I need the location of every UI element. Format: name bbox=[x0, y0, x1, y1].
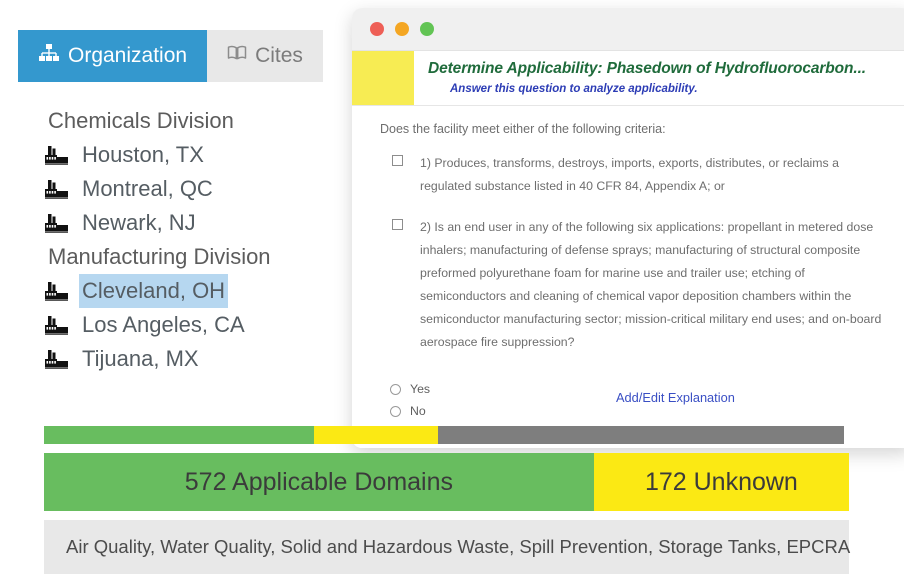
criteria-row[interactable]: 2) Is an end user in any of the followin… bbox=[380, 216, 888, 354]
domains-list-footer: Air Quality, Water Quality, Solid and Ha… bbox=[44, 520, 850, 574]
tab-cites[interactable]: Cites bbox=[207, 30, 323, 82]
tree-group-chemicals-division: Chemicals Division bbox=[48, 108, 234, 133]
status-segment-unknown bbox=[313, 426, 438, 444]
factory-icon bbox=[44, 348, 70, 370]
tree-item-label: Cleveland, OH bbox=[79, 274, 229, 308]
applicability-dialog: Determine Applicability: Phasedown of Hy… bbox=[352, 8, 904, 448]
left-panel: Organization Cites Chemicals Division Ho… bbox=[0, 0, 340, 420]
status-segment-not-applicable bbox=[437, 426, 844, 444]
factory-icon bbox=[44, 280, 70, 302]
unknown-domains-count: 172 Unknown bbox=[593, 453, 849, 511]
answer-radio-group: Yes No bbox=[390, 378, 590, 422]
summary-bar: 572 Applicable Domains 172 Unknown bbox=[44, 453, 849, 511]
dialog-header: Determine Applicability: Phasedown of Hy… bbox=[352, 51, 904, 106]
criteria-2-text: 2) Is an end user in any of the followin… bbox=[420, 220, 882, 349]
maximize-dot-icon[interactable] bbox=[420, 22, 434, 36]
tab-organization[interactable]: Organization bbox=[18, 30, 208, 82]
book-icon bbox=[227, 44, 247, 68]
tree-item-houston-tx[interactable]: Houston, TX bbox=[44, 138, 344, 172]
add-edit-explanation-link[interactable]: Add/Edit Explanation bbox=[616, 390, 735, 405]
tree-item-label: Houston, TX bbox=[82, 142, 204, 167]
organization-tree: Chemicals Division Houston, TX Montreal,… bbox=[44, 104, 344, 376]
applicable-domains-count: 572 Applicable Domains bbox=[44, 453, 594, 511]
minimize-dot-icon[interactable] bbox=[395, 22, 409, 36]
tab-cites-label: Cites bbox=[255, 44, 303, 67]
factory-icon bbox=[44, 314, 70, 336]
tree-item-label: Tijuana, MX bbox=[82, 346, 199, 371]
tree-item-cleveland-oh[interactable]: Cleveland, OH bbox=[44, 274, 344, 308]
radio-yes[interactable]: Yes bbox=[390, 378, 590, 400]
factory-icon bbox=[44, 178, 70, 200]
dialog-titlebar bbox=[352, 8, 904, 51]
radio-no[interactable]: No bbox=[390, 400, 590, 422]
criteria-1-text: 1) Produces, transforms, destroys, impor… bbox=[420, 156, 839, 193]
criteria-1-checkbox[interactable] bbox=[392, 155, 403, 166]
criteria-row[interactable]: 1) Produces, transforms, destroys, impor… bbox=[380, 152, 888, 198]
tree-item-tijuana-mx[interactable]: Tijuana, MX bbox=[44, 342, 344, 376]
applicability-status-bar bbox=[44, 426, 844, 444]
radio-no-circle-icon[interactable] bbox=[390, 405, 401, 417]
dialog-subtitle: Answer this question to analyze applicab… bbox=[450, 83, 698, 95]
status-color-swatch bbox=[352, 51, 414, 105]
tree-group-manufacturing-division: Manufacturing Division bbox=[48, 244, 271, 269]
close-dot-icon[interactable] bbox=[370, 22, 384, 36]
radio-yes-label: Yes bbox=[410, 382, 431, 396]
factory-icon bbox=[44, 212, 70, 234]
dialog-header-text: Determine Applicability: Phasedown of Hy… bbox=[414, 51, 904, 105]
tree-item-los-angeles-ca[interactable]: Los Angeles, CA bbox=[44, 308, 344, 342]
dialog-title: Determine Applicability: Phasedown of Hy… bbox=[428, 60, 867, 77]
tree-item-label: Newark, NJ bbox=[82, 210, 196, 235]
dialog-body: Does the facility meet either of the fol… bbox=[352, 106, 904, 448]
tree-item-label: Los Angeles, CA bbox=[82, 312, 245, 337]
question-lead: Does the facility meet either of the fol… bbox=[380, 122, 666, 136]
tree-item-newark-nj[interactable]: Newark, NJ bbox=[44, 206, 344, 240]
tree-item-montreal-qc[interactable]: Montreal, QC bbox=[44, 172, 344, 206]
factory-icon bbox=[44, 144, 70, 166]
status-segment-applicable bbox=[44, 426, 314, 444]
sitemap-icon bbox=[38, 43, 60, 69]
tab-bar: Organization Cites bbox=[18, 30, 323, 82]
tree-item-label: Montreal, QC bbox=[82, 176, 213, 201]
radio-yes-circle-icon[interactable] bbox=[390, 383, 401, 395]
radio-no-label: No bbox=[410, 404, 426, 418]
tab-organization-label: Organization bbox=[68, 44, 188, 67]
criteria-2-checkbox[interactable] bbox=[392, 219, 403, 230]
